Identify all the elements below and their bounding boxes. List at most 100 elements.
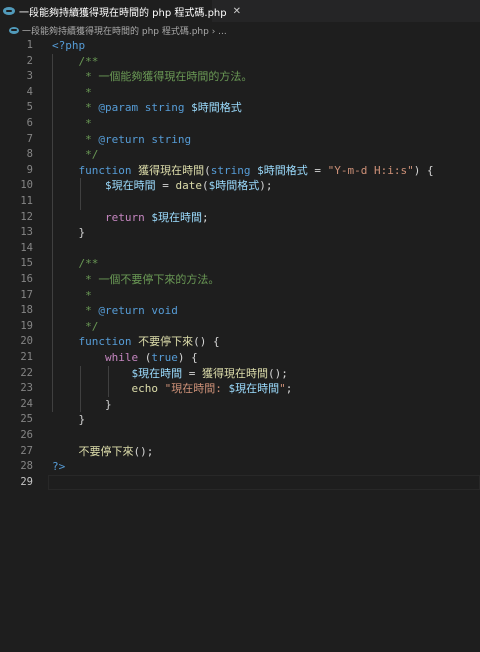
- code-token: */: [52, 319, 99, 333]
- code-text[interactable]: return $現在時間;: [52, 210, 209, 226]
- code-token: while: [52, 351, 139, 364]
- breadcrumb[interactable]: 一段能夠持續獲得現在時間的 php 程式碼.php › ...: [0, 22, 480, 38]
- code-line[interactable]: 15 /**: [0, 256, 480, 272]
- code-token: ;: [201, 210, 209, 224]
- code-text[interactable]: while (true) {: [52, 350, 198, 366]
- code-line[interactable]: 14: [0, 241, 480, 257]
- code-text[interactable]: $現在時間 = date($時間格式);: [52, 178, 273, 194]
- code-text[interactable]: *: [52, 85, 92, 101]
- code-text[interactable]: ?>: [52, 459, 65, 475]
- code-text[interactable]: *: [52, 116, 92, 132]
- code-token: 不要停下來: [52, 444, 134, 458]
- code-token: ;: [285, 382, 293, 396]
- tab-title[interactable]: 一段能夠持續獲得現在時間的 php 程式碼.php: [19, 4, 227, 19]
- code-token: );: [259, 179, 273, 193]
- code-text[interactable]: function 不要停下來() {: [52, 334, 220, 350]
- code-text[interactable]: */: [52, 319, 98, 335]
- code-text[interactable]: function 獲得現在時間(string $時間格式 = "Y-m-d H:…: [52, 163, 433, 179]
- line-number: 4: [26, 85, 33, 98]
- line-number: 1: [26, 39, 33, 51]
- line-number: 27: [20, 444, 33, 457]
- code-line[interactable]: 12 return $現在時間;: [0, 210, 480, 226]
- code-text[interactable]: }: [52, 397, 112, 413]
- code-token: true: [151, 351, 178, 364]
- code-token: $現在時間: [151, 210, 202, 224]
- code-token: () {: [193, 335, 220, 349]
- code-line[interactable]: 11: [0, 194, 480, 210]
- code-line[interactable]: 18 * @return void: [0, 303, 480, 319]
- code-token: return: [52, 210, 145, 224]
- code-line[interactable]: 27 不要停下來();: [0, 444, 480, 460]
- code-token: ();: [133, 444, 154, 458]
- code-text[interactable]: * 一個能夠獲得現在時間的方法。: [52, 69, 252, 85]
- code-line[interactable]: 23 echo "現在時間: $現在時間";: [0, 381, 480, 397]
- code-line[interactable]: 20 function 不要停下來() {: [0, 334, 480, 350]
- code-text[interactable]: $現在時間 = 獲得現在時間();: [52, 366, 287, 382]
- current-line-highlight: [48, 474, 480, 491]
- code-line[interactable]: 17 *: [0, 288, 480, 304]
- code-line[interactable]: 26: [0, 428, 480, 444]
- code-text[interactable]: * @param string $時間格式: [52, 100, 242, 116]
- code-text[interactable]: <?php: [52, 38, 85, 54]
- line-number: 13: [20, 226, 33, 239]
- code-line[interactable]: 29: [0, 474, 480, 491]
- code-line[interactable]: 28 ?>: [0, 459, 480, 475]
- code-token: *: [52, 101, 99, 115]
- editor-tab[interactable]: 一段能夠持續獲得現在時間的 php 程式碼.php ✕: [0, 0, 241, 22]
- line-number: 19: [20, 319, 33, 332]
- code-line[interactable]: 4 *: [0, 85, 480, 101]
- code-text[interactable]: }: [52, 412, 85, 428]
- code-line[interactable]: 24 }: [0, 397, 480, 413]
- code-text[interactable]: *: [52, 288, 92, 304]
- line-number: 11: [20, 195, 33, 207]
- code-text[interactable]: 不要停下來();: [52, 444, 153, 460]
- code-token: @return: [98, 132, 145, 146]
- line-number: 28: [20, 460, 33, 473]
- code-token: string: [210, 163, 251, 177]
- code-token: "現在時間:: [164, 382, 229, 396]
- line-number: 21: [20, 351, 33, 363]
- code-line[interactable]: 6 *: [0, 116, 480, 132]
- code-line[interactable]: 3 * 一個能夠獲得現在時間的方法。: [0, 69, 480, 85]
- code-token: 獲得現在時間: [138, 163, 205, 177]
- code-line[interactable]: 25 }: [0, 412, 480, 428]
- code-line[interactable]: 19 */: [0, 319, 480, 335]
- code-line[interactable]: 13 }: [0, 225, 480, 241]
- code-line[interactable]: 22 $現在時間 = 獲得現在時間();: [0, 366, 480, 382]
- code-text[interactable]: echo "現在時間: $現在時間";: [52, 381, 292, 397]
- code-token: ?>: [52, 460, 66, 474]
- line-number: 17: [20, 288, 33, 301]
- line-number: 2: [26, 54, 33, 67]
- code-line[interactable]: 9 function 獲得現在時間(string $時間格式 = "Y-m-d …: [0, 163, 480, 179]
- code-text[interactable]: /**: [52, 256, 98, 272]
- php-file-icon: [3, 7, 15, 15]
- code-line[interactable]: 21 while (true) {: [0, 350, 480, 366]
- code-line[interactable]: 10 $現在時間 = date($時間格式);: [0, 178, 480, 194]
- close-icon[interactable]: ✕: [233, 6, 241, 17]
- code-token: function: [52, 163, 132, 177]
- line-number: 7: [26, 132, 33, 145]
- code-text[interactable]: */: [52, 147, 98, 163]
- code-text[interactable]: * @return string: [52, 132, 191, 148]
- code-token: $時間格式: [208, 179, 260, 193]
- code-text[interactable]: * 一個不要停下來的方法。: [52, 272, 219, 288]
- code-token: *: [52, 132, 99, 146]
- code-token: *: [52, 117, 92, 130]
- code-token: *: [52, 288, 92, 302]
- code-text[interactable]: * @return void: [52, 303, 178, 319]
- code-line[interactable]: 16 * 一個不要停下來的方法。: [0, 272, 480, 288]
- code-line[interactable]: 1 <?php: [0, 38, 480, 54]
- code-token: }: [52, 397, 112, 411]
- code-token: $時間格式: [257, 163, 308, 177]
- code-line[interactable]: 7 * @return string: [0, 132, 480, 148]
- code-line[interactable]: 8 */: [0, 147, 480, 163]
- code-text[interactable]: /**: [52, 54, 98, 70]
- line-number: 23: [20, 382, 33, 395]
- code-editor[interactable]: 1 <?php 2 /** 3 * 一個能夠獲得現在時間的方法。 4 * 5 * @par…: [0, 38, 480, 652]
- line-number: 15: [20, 257, 33, 270]
- breadcrumb-path[interactable]: 一段能夠持續獲得現在時間的 php 程式碼.php › ...: [22, 24, 227, 37]
- code-line[interactable]: 5 * @param string $時間格式: [0, 100, 480, 116]
- code-line[interactable]: 2 /**: [0, 54, 480, 70]
- code-text[interactable]: }: [52, 225, 85, 241]
- line-number: 20: [20, 335, 33, 348]
